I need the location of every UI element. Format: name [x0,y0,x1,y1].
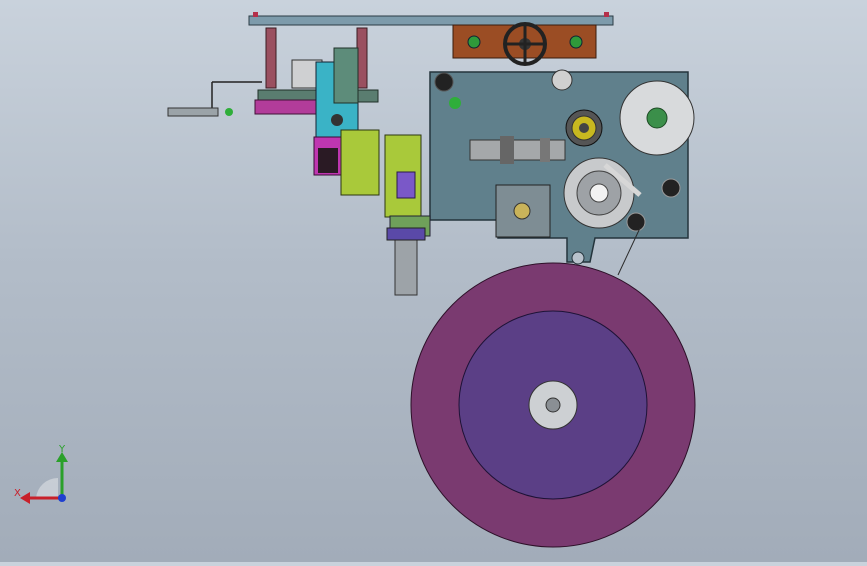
top-rail[interactable] [248,15,614,26]
feeder-body[interactable] [340,129,380,196]
y-axis-label: Y [58,444,66,455]
axis-triad-icon: Y X [14,444,68,504]
tension-roller[interactable] [565,109,603,147]
cad-viewport[interactable]: Y X [0,0,867,562]
pulley[interactable] [563,157,635,229]
coordinate-triad: Y X [10,440,80,510]
machine-assembly-drawing[interactable] [0,0,867,562]
stepper-motor[interactable] [495,184,551,238]
x-axis-label: X [14,488,21,499]
take-up-wheel[interactable] [619,80,695,156]
handwheel-icon[interactable] [503,22,547,66]
supply-reel[interactable] [410,262,696,548]
spindle-cylinder[interactable] [469,139,566,161]
linear-rail[interactable] [394,234,418,296]
